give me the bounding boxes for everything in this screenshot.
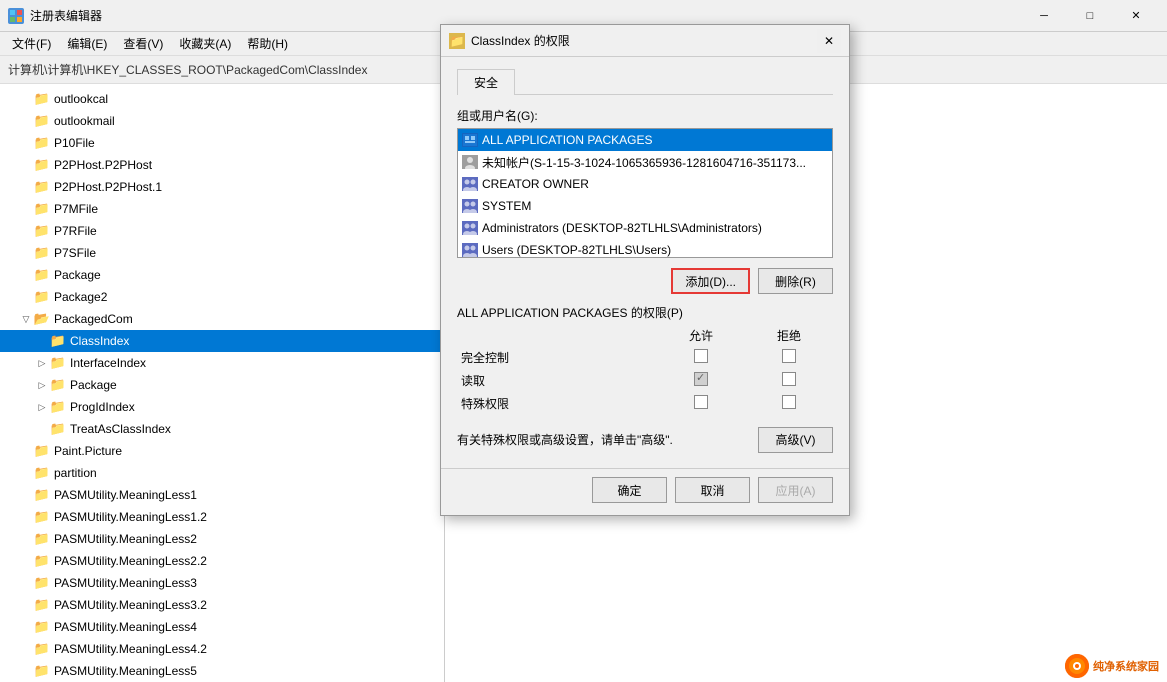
dialog-title-left: 📁 ClassIndex 的权限 [449,32,570,49]
perm-allow-full[interactable] [657,346,745,369]
perms-col-name [457,325,657,346]
cancel-button[interactable]: 取消 [675,477,750,503]
dialog-title: ClassIndex 的权限 [471,32,570,49]
perms-col-allow: 允许 [657,325,745,346]
perm-row-full: 完全控制 [457,346,833,369]
checkbox-special-allow[interactable] [694,395,708,409]
user-icon-all-app [462,132,478,148]
user-item-label: ALL APPLICATION PACKAGES [482,133,653,147]
user-item-unknown[interactable]: 未知帐户(S-1-15-3-1024-1065365936-1281604716… [458,151,832,173]
user-icon-system [462,198,478,214]
user-icon-admin [462,220,478,236]
dialog-content: 安全 组或用户名(G): [441,57,849,468]
tab-security[interactable]: 安全 [457,69,515,95]
checkbox-read-deny[interactable] [782,372,796,386]
perm-deny-read[interactable] [745,369,833,392]
checkbox-special-deny[interactable] [782,395,796,409]
permissions-dialog: 📁 ClassIndex 的权限 ✕ 安全 组或用户名(G): [440,24,850,516]
group-label: 组或用户名(G): [457,107,833,124]
perm-label-special: 特殊权限 [457,392,657,415]
user-item-label: Administrators (DESKTOP-82TLHLS\Administ… [482,221,762,235]
user-item-creator-owner[interactable]: CREATOR OWNER [458,173,832,195]
user-icon-unknown [462,154,478,170]
checkbox-read-allow[interactable] [694,372,708,386]
main-window: 注册表编辑器 ─ □ ✕ 文件(F) 编辑(E) 查看(V) 收藏夹(A) 帮助… [0,0,1167,682]
user-item-label: Users (DESKTOP-82TLHLS\Users) [482,243,671,257]
note-row: 有关特殊权限或高级设置，请单击"高级". 高级(V) [457,423,833,456]
tab-bar: 安全 [457,69,833,95]
perm-label-read: 读取 [457,369,657,392]
note-text: 有关特殊权限或高级设置，请单击"高级". [457,431,673,448]
permissions-table: 允许 拒绝 完全控制 [457,325,833,415]
perm-allow-special[interactable] [657,392,745,415]
user-item-label: SYSTEM [482,199,531,213]
apply-button[interactable]: 应用(A) [758,477,833,503]
dialog-overlay: 📁 ClassIndex 的权限 ✕ 安全 组或用户名(G): [0,0,1167,682]
perm-row-special: 特殊权限 [457,392,833,415]
user-item-administrators[interactable]: Administrators (DESKTOP-82TLHLS\Administ… [458,217,832,239]
checkbox-full-deny[interactable] [782,349,796,363]
dialog-title-bar: 📁 ClassIndex 的权限 ✕ [441,25,849,57]
ok-button[interactable]: 确定 [592,477,667,503]
user-item-all-app-packages[interactable]: ALL APPLICATION PACKAGES [458,129,832,151]
perm-allow-read[interactable] [657,369,745,392]
user-item-system[interactable]: SYSTEM [458,195,832,217]
perm-deny-special[interactable] [745,392,833,415]
dialog-footer: 确定 取消 应用(A) [441,468,849,515]
user-item-label: 未知帐户(S-1-15-3-1024-1065365936-1281604716… [482,154,806,171]
remove-button[interactable]: 删除(R) [758,268,833,294]
checkbox-full-allow[interactable] [694,349,708,363]
perm-deny-full[interactable] [745,346,833,369]
dialog-folder-icon: 📁 [449,33,465,49]
user-icon-users [462,242,478,258]
user-item-users[interactable]: Users (DESKTOP-82TLHLS\Users) [458,239,832,258]
user-icon-creator [462,176,478,192]
perms-section-label: ALL APPLICATION PACKAGES 的权限(P) [457,304,833,321]
perms-col-deny: 拒绝 [745,325,833,346]
user-item-label: CREATOR OWNER [482,177,589,191]
user-button-row: 添加(D)... 删除(R) [457,268,833,294]
add-button[interactable]: 添加(D)... [671,268,750,294]
perm-row-read: 读取 [457,369,833,392]
dialog-close-button[interactable]: ✕ [817,29,841,53]
user-list[interactable]: ALL APPLICATION PACKAGES 未知帐户(S-1-15-3-1… [457,128,833,258]
advanced-button[interactable]: 高级(V) [758,427,833,453]
perm-label-full: 完全控制 [457,346,657,369]
